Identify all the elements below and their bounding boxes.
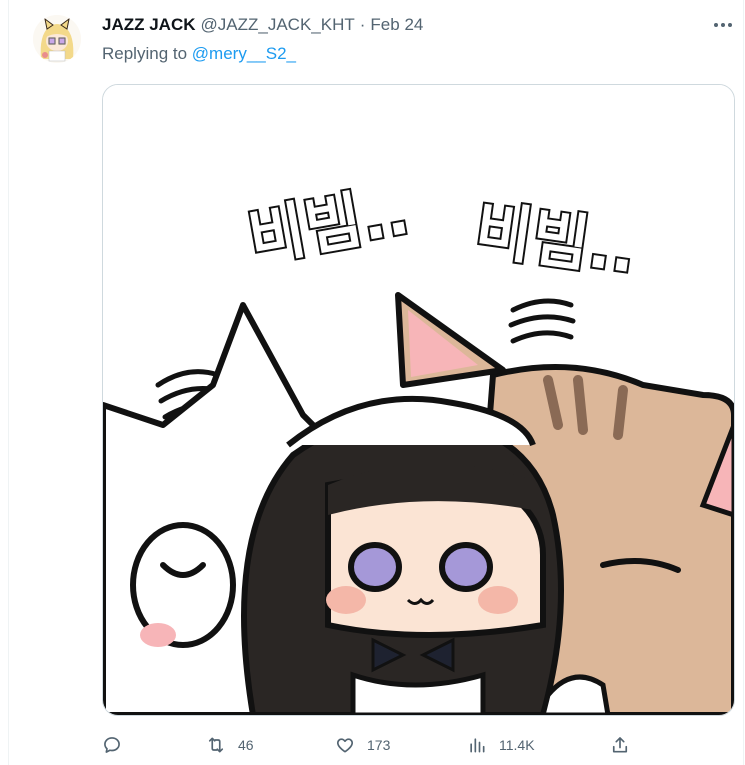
tweet-date[interactable]: Feb 24 — [370, 15, 423, 35]
tweet-header: JAZZ JACK @JAZZ_JACK_KHT · Feb 24 — [102, 14, 423, 36]
views-count: 11.4K — [499, 737, 535, 753]
reply-icon — [104, 737, 120, 753]
more-icon — [714, 23, 732, 27]
replying-to-label: Replying to — [102, 44, 188, 63]
views-icon — [470, 738, 485, 753]
views-button[interactable]: 11.4K — [467, 730, 535, 760]
replying-to-link[interactable]: @mery__S2_ — [192, 44, 296, 63]
retweet-count: 46 — [238, 737, 254, 753]
author-name[interactable]: JAZZ JACK — [102, 15, 196, 35]
author-handle[interactable]: @JAZZ_JACK_KHT — [201, 15, 355, 35]
author-avatar[interactable] — [33, 15, 81, 63]
like-button[interactable]: 173 — [335, 730, 390, 760]
like-count: 173 — [367, 737, 391, 753]
tweet-media-image[interactable]: 비빔.. 비빔.. — [102, 84, 735, 716]
timeline-border-right — [743, 0, 744, 765]
timeline-border-left — [8, 0, 9, 765]
share-icon — [612, 737, 628, 753]
heart-icon — [337, 738, 353, 753]
header-separator: · — [359, 15, 366, 34]
more-button[interactable] — [708, 14, 738, 36]
replying-to-line: Replying to @mery__S2_ — [102, 44, 296, 64]
retweet-icon — [208, 737, 224, 753]
share-button[interactable] — [610, 730, 630, 760]
reply-button[interactable] — [102, 730, 134, 760]
retweet-button[interactable]: 46 — [206, 730, 254, 760]
tweet-actions-bar: 46 173 11.4K — [102, 730, 662, 760]
